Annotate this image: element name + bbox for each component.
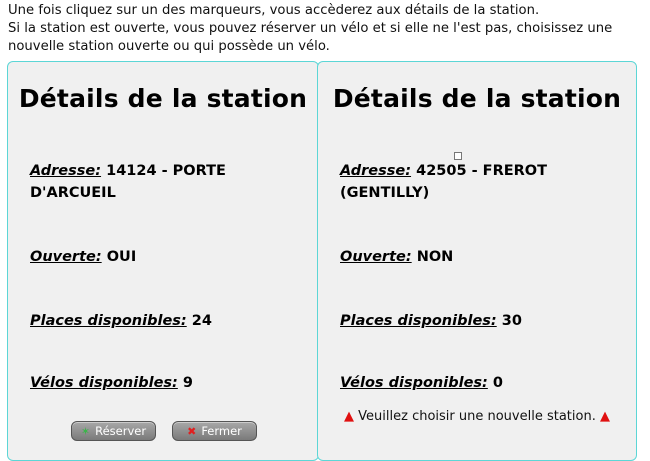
places-label: Places disponibles: — [340, 313, 497, 329]
places-value: 30 — [501, 313, 522, 329]
places-value: 24 — [191, 313, 212, 329]
open-row: Ouverte: NON — [340, 246, 622, 268]
reserve-button-label: Réserver — [95, 424, 147, 438]
bikes-value: 9 — [182, 375, 193, 391]
station-details-panel-open: Détails de la station Adresse: 14124 - P… — [7, 61, 319, 461]
address-value-line2: (GENTILLY) — [340, 185, 430, 201]
station-details-panel-closed: Détails de la station Adresse: 42505 - F… — [317, 61, 637, 461]
places-label: Places disponibles: — [30, 313, 187, 329]
warning-triangle-icon: ▲ — [599, 409, 610, 424]
reserve-button[interactable]: ✶ Réserver — [71, 421, 156, 441]
address-value-line2: D'ARCUEIL — [30, 185, 116, 201]
open-row: Ouverte: OUI — [30, 246, 304, 268]
bikes-row: Vélos disponibles: 0 — [340, 372, 622, 394]
warning-text: Veuillez choisir une nouvelle station. — [358, 409, 596, 424]
close-icon: ✖ — [187, 424, 197, 438]
open-value: NON — [416, 249, 454, 265]
address-label: Adresse: — [340, 163, 412, 179]
open-value: OUI — [106, 249, 137, 265]
address-value: 42505 - FREROT — [416, 163, 548, 179]
bikes-label: Vélos disponibles: — [30, 375, 178, 391]
warning-triangle-icon: ▲ — [344, 409, 355, 424]
open-label: Ouverte: — [30, 249, 102, 265]
bikes-row: Vélos disponibles: 9 — [30, 372, 304, 394]
address-row: Adresse: 42505 - FREROT (GENTILLY) — [340, 160, 622, 204]
address-label: Adresse: — [30, 163, 102, 179]
address-value: 14124 - PORTE — [106, 163, 226, 179]
close-button[interactable]: ✖ Fermer — [172, 421, 257, 441]
bikes-value: 0 — [492, 375, 503, 391]
open-label: Ouverte: — [340, 249, 412, 265]
panel-title: Détails de la station — [18, 84, 308, 113]
intro-line-3: nouvelle station ouverte ou qui possède … — [8, 39, 330, 54]
places-row: Places disponibles: 30 — [340, 310, 622, 332]
places-row: Places disponibles: 24 — [30, 310, 304, 332]
intro-line-1: Une fois cliquez sur un des marqueurs, v… — [8, 3, 540, 18]
panel-title: Détails de la station — [332, 84, 622, 113]
copy-icon — [454, 152, 462, 160]
warning-message: ▲ Veuillez choisir une nouvelle station.… — [318, 409, 636, 424]
bikes-label: Vélos disponibles: — [340, 375, 488, 391]
address-row: Adresse: 14124 - PORTE D'ARCUEIL — [30, 160, 304, 204]
bike-icon: ✶ — [80, 424, 91, 438]
intro-line-2: Si la station est ouverte, vous pouvez r… — [8, 21, 613, 36]
close-button-label: Fermer — [201, 424, 242, 438]
intro-text: Une fois cliquez sur un des marqueurs, v… — [8, 2, 648, 56]
